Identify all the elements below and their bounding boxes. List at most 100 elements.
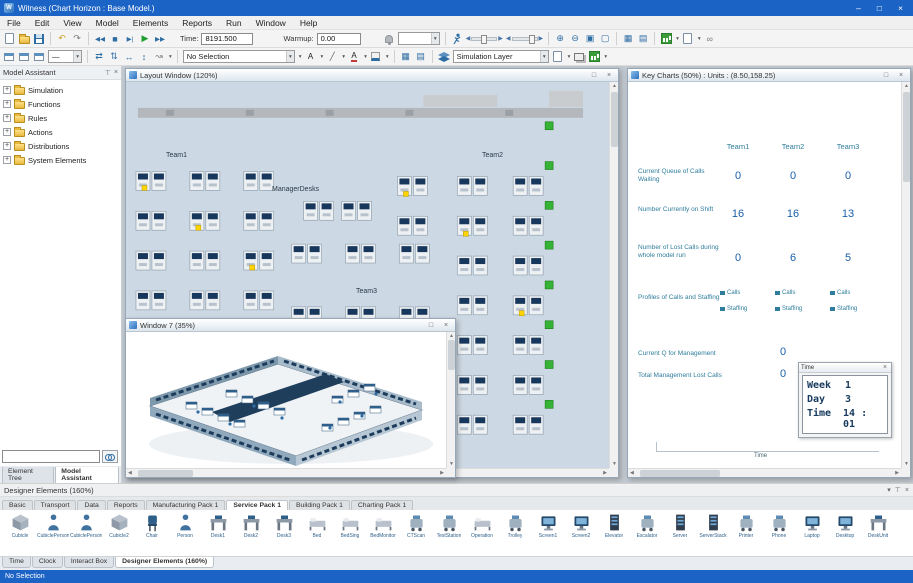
menu-reports[interactable]: Reports: [175, 16, 219, 29]
slider-track[interactable]: [471, 34, 498, 44]
run-icon[interactable]: ▶: [139, 32, 151, 46]
stop-icon[interactable]: ■: [109, 32, 121, 46]
designer-element-phone[interactable]: Phone: [763, 512, 795, 539]
designer-element-deskunit[interactable]: DeskUnit: [862, 512, 894, 539]
expand-icon[interactable]: +: [3, 128, 11, 136]
minimize-button[interactable]: –: [850, 0, 867, 16]
search-button[interactable]: [102, 450, 118, 463]
tree-item-distributions[interactable]: + Distributions: [3, 140, 118, 152]
time-box-close-button[interactable]: ×: [881, 364, 889, 371]
chart-window-icon[interactable]: [588, 50, 600, 64]
scroll-thumb[interactable]: [448, 340, 455, 370]
zoom-fit-icon[interactable]: ▣: [584, 32, 596, 46]
designer-element-desk2[interactable]: Desk2: [235, 512, 267, 539]
tab-building-pack-1[interactable]: Building Pack 1: [289, 500, 350, 510]
designer-element-elevator[interactable]: Elevator: [598, 512, 630, 539]
designer-element-cubicleperson[interactable]: CubiclePerson: [37, 512, 69, 539]
selection-combo[interactable]: No Selection ▾: [182, 50, 295, 63]
scroll-left-icon[interactable]: ◀: [630, 469, 634, 478]
link-icon[interactable]: ∞: [704, 32, 716, 46]
snap-toggle-icon[interactable]: ▤: [637, 32, 649, 46]
designer-element-bedsing[interactable]: BedSing: [334, 512, 366, 539]
designer-element-cubicle[interactable]: Cubicle: [4, 512, 36, 539]
search-input[interactable]: [2, 450, 100, 463]
slider-right-icon[interactable]: ▶: [539, 35, 544, 42]
menu-file[interactable]: File: [0, 16, 28, 29]
seek-start-icon[interactable]: ◀◀: [94, 32, 106, 46]
designer-element-bed[interactable]: Bed: [301, 512, 333, 539]
window7-canvas[interactable]: [126, 332, 446, 468]
alert-bell-icon[interactable]: [383, 32, 395, 46]
chevron-down-icon[interactable]: ▾: [364, 54, 367, 60]
new-window-icon[interactable]: [552, 50, 564, 64]
tab-time[interactable]: Time: [2, 557, 31, 568]
chevron-down-icon[interactable]: ▾: [698, 36, 701, 42]
slider-thumb[interactable]: [528, 34, 535, 44]
tab-basic[interactable]: Basic: [2, 500, 33, 510]
grid-show-icon[interactable]: ▦: [400, 50, 412, 64]
designer-element-chair[interactable]: Chair: [136, 512, 168, 539]
scroll-thumb[interactable]: [138, 470, 193, 477]
chevron-down-icon[interactable]: ▾: [321, 54, 324, 60]
slider-thumb[interactable]: [481, 34, 488, 44]
designer-element-escalator[interactable]: Escalator: [631, 512, 663, 539]
designer-element-screen1[interactable]: Screen1: [532, 512, 564, 539]
key-charts-canvas[interactable]: Team1 Team2 Team3 Current Queue of Calls…: [628, 82, 901, 468]
designer-element-printer[interactable]: Printer: [730, 512, 762, 539]
scroll-right-icon[interactable]: ▶: [440, 469, 444, 478]
window7-horizontal-scrollbar[interactable]: ◀ ▶: [126, 468, 446, 477]
time-field[interactable]: 8191.500: [201, 32, 254, 45]
menu-run[interactable]: Run: [219, 16, 249, 29]
fast-forward-icon[interactable]: ▶▶: [154, 32, 166, 46]
window7-maximize-button[interactable]: □: [425, 322, 437, 329]
designer-element-desktop[interactable]: Desktop: [829, 512, 861, 539]
font-icon[interactable]: A: [305, 50, 317, 64]
expand-icon[interactable]: +: [3, 114, 11, 122]
tree-item-rules[interactable]: + Rules: [3, 112, 118, 124]
scroll-down-icon[interactable]: ▼: [902, 461, 911, 467]
chevron-down-icon[interactable]: ▾: [887, 486, 891, 494]
expand-icon[interactable]: +: [3, 100, 11, 108]
scroll-right-icon[interactable]: ▶: [603, 469, 607, 478]
stretch-vertical-icon[interactable]: ↕: [138, 50, 150, 64]
pin-icon[interactable]: ⊤: [105, 69, 111, 77]
layer-combo[interactable]: Simulation Layer ▾: [452, 50, 549, 63]
time-box-titlebar[interactable]: Time ×: [799, 363, 891, 373]
designer-element-operation[interactable]: Operation: [466, 512, 498, 539]
chevron-down-icon[interactable]: ▾: [169, 54, 172, 60]
fill-color-icon[interactable]: [370, 50, 382, 64]
slider-right-icon[interactable]: ▶: [498, 35, 503, 42]
menu-model[interactable]: Model: [89, 16, 126, 29]
maximize-button[interactable]: □: [871, 0, 888, 16]
scroll-up-icon[interactable]: ▲: [902, 83, 911, 89]
designer-element-cubicle2[interactable]: Cubicle2: [103, 512, 135, 539]
zoom-out-icon[interactable]: ⊖: [569, 32, 581, 46]
tree-item-system-elements[interactable]: + System Elements: [3, 154, 118, 166]
redo-icon[interactable]: ↷: [71, 32, 83, 46]
key-charts-maximize-button[interactable]: □: [880, 72, 892, 79]
layers-icon[interactable]: [437, 50, 450, 64]
scroll-right-icon[interactable]: ▶: [895, 469, 899, 478]
layout-close-button[interactable]: ×: [603, 72, 615, 79]
designer-element-teststation[interactable]: TestStation: [433, 512, 465, 539]
close-button[interactable]: ×: [892, 0, 909, 16]
window-tile-icon[interactable]: [33, 50, 45, 64]
window7-close-button[interactable]: ×: [440, 322, 452, 329]
save-icon[interactable]: [33, 32, 45, 46]
open-file-icon[interactable]: [18, 32, 30, 46]
expand-icon[interactable]: +: [3, 86, 11, 94]
chevron-down-icon[interactable]: ▾: [299, 54, 302, 60]
chevron-down-icon[interactable]: ▾: [386, 54, 389, 60]
designer-element-person[interactable]: Person: [169, 512, 201, 539]
new-file-icon[interactable]: [3, 32, 15, 46]
tab-interact-box[interactable]: Interact Box: [63, 557, 115, 568]
grid-toggle-icon[interactable]: ▦: [622, 32, 634, 46]
undo-icon[interactable]: ↶: [56, 32, 68, 46]
designer-element-desk3[interactable]: Desk3: [268, 512, 300, 539]
scroll-left-icon[interactable]: ◀: [128, 469, 132, 478]
grid-snap-icon[interactable]: ▤: [415, 50, 427, 64]
line-style-combo[interactable]: — ▾: [48, 50, 82, 63]
chevron-down-icon[interactable]: ▾: [342, 54, 345, 60]
scroll-thumb[interactable]: [611, 92, 618, 147]
menu-elements[interactable]: Elements: [126, 16, 175, 29]
